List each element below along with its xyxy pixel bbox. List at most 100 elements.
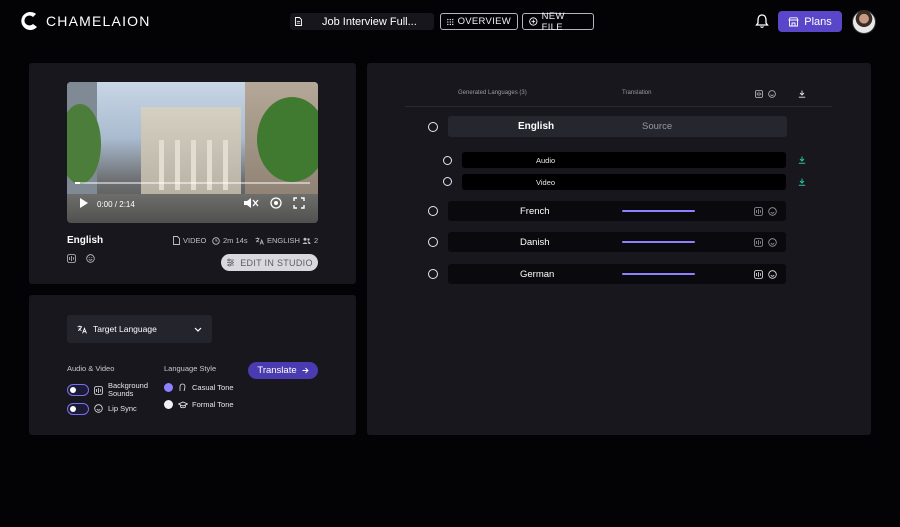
lip-sync-label: Lip Sync [108,404,137,413]
translation-progress-bar [622,273,695,275]
edit-in-studio-label: EDIT IN STUDIO [240,257,313,268]
volume-icon[interactable] [243,197,259,209]
smile-icon [94,404,103,413]
captions-icon[interactable] [269,197,283,209]
clock-icon [212,236,220,245]
graduation-cap-icon [178,401,188,409]
file-title[interactable]: Job Interview Full... [290,13,434,30]
bell-icon[interactable] [755,13,769,29]
language-name: French [520,206,550,217]
meta-duration-text: 2m 14s [223,236,248,245]
sound-wave-icon[interactable] [755,90,763,98]
file-title-text: Job Interview Full... [322,15,417,28]
row-select-radio[interactable] [428,122,438,132]
video-select-radio[interactable] [443,177,452,186]
source-language-row[interactable]: English Source [448,116,787,137]
target-language-label: Target Language [93,324,157,334]
language-row-danish[interactable]: Danish [448,232,786,252]
video-time: 0:00 / 2:14 [97,200,135,209]
download-icon[interactable] [798,178,806,186]
lip-sync-toggle[interactable] [67,403,89,415]
video-label: Video [536,178,556,187]
store-icon [788,16,799,26]
users-icon [302,237,311,244]
video-progress-fill [75,182,80,184]
plans-button[interactable]: Plans [778,11,842,32]
language-name: Danish [520,237,550,248]
file-icon [173,236,180,245]
user-avatar[interactable] [852,10,876,34]
meta-duration: 2m 14s [212,236,248,245]
download-icon[interactable] [798,90,806,98]
translation-header: Translation [622,90,652,96]
overview-button[interactable]: OVERVIEW [440,13,518,30]
video-progress-bar[interactable] [75,182,310,184]
smile-icon[interactable] [768,270,777,279]
formal-tone-radio[interactable] [164,400,173,409]
file-icon [295,17,302,26]
sound-wave-icon[interactable] [67,254,76,263]
edit-in-studio-button[interactable]: EDIT IN STUDIO [221,254,318,271]
arrow-right-icon [302,367,309,374]
sliders-icon [227,258,235,267]
source-tag: Source [642,121,673,132]
languages-panel: Generated Languages (3) Translation Engl… [367,63,871,435]
language-row-french[interactable]: French [448,201,786,221]
sound-wave-icon[interactable] [754,270,763,279]
smile-icon[interactable] [768,90,776,98]
sound-wave-icon [94,386,103,395]
sound-wave-icon[interactable] [754,207,763,216]
new-file-label: NEW FILE [541,10,565,33]
translate-icon [255,237,264,245]
row-select-radio[interactable] [428,269,438,279]
smile-icon[interactable] [768,238,777,247]
language-name: German [520,269,555,280]
fullscreen-icon[interactable] [293,197,305,209]
toggle-knob [70,406,76,412]
video-frame-tree [257,97,318,182]
header-divider [405,106,832,107]
play-icon[interactable] [79,197,89,209]
top-bar: CHAMELAION Job Interview Full... OVERVIE… [0,0,900,44]
translation-progress-bar [622,210,695,212]
casual-tone-label: Casual Tone [192,383,234,392]
smile-icon[interactable] [768,207,777,216]
translation-progress-bar [622,241,695,243]
toggle-knob [70,387,76,393]
audio-label: Audio [536,156,556,165]
video-title: English [67,235,104,246]
video-player[interactable]: 0:00 / 2:14 [67,82,318,223]
meta-type-text: VIDEO [183,236,207,245]
source-language-name: English [518,121,555,132]
video-row[interactable]: Video [462,174,786,190]
casual-tone-radio[interactable] [164,383,173,392]
plus-circle-icon [529,17,538,26]
language-row-german[interactable]: German [448,264,786,284]
meta-speakers-text: 2 [314,236,319,245]
casual-face-icon [179,383,186,392]
settings-panel: Target Language Audio & Video Language S… [29,295,356,435]
overview-label: OVERVIEW [457,16,511,27]
meta-type: VIDEO [173,236,206,245]
background-sounds-toggle[interactable] [67,384,89,396]
generated-languages-header: Generated Languages (3) [458,90,527,96]
chameleon-logo-icon [21,11,37,30]
audio-row[interactable]: Audio [462,152,786,168]
meta-language: ENGLISH [255,236,300,245]
row-select-radio[interactable] [428,206,438,216]
translate-label: Translate [257,365,297,376]
meta-language-text: ENGLISH [267,236,300,245]
row-select-radio[interactable] [428,237,438,247]
smile-icon[interactable] [86,254,95,263]
sound-wave-icon[interactable] [754,238,763,247]
audio-video-label: Audio & Video [67,364,115,373]
download-icon[interactable] [798,156,806,164]
translate-button[interactable]: Translate [248,362,318,379]
video-small-icons [67,254,95,263]
new-file-button[interactable]: NEW FILE [522,10,594,33]
logo[interactable]: CHAMELAION [18,9,151,33]
audio-select-radio[interactable] [443,156,452,165]
app-name: CHAMELAION [46,13,151,29]
chevron-down-icon [194,327,202,332]
target-language-select[interactable]: Target Language [67,315,212,343]
